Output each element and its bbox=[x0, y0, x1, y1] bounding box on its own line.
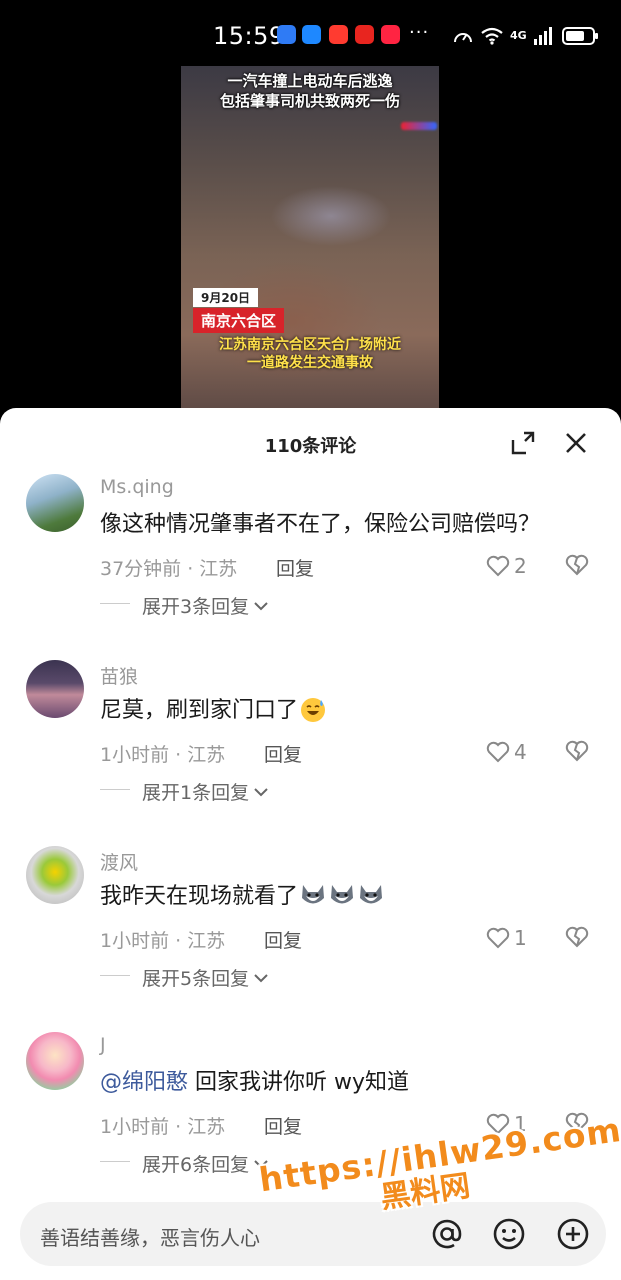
like-count: 1 bbox=[514, 926, 527, 950]
comment-time: 1小时前 · 江苏 bbox=[100, 1116, 226, 1138]
speed-icon bbox=[454, 33, 472, 43]
broken-heart-icon[interactable] bbox=[565, 740, 589, 762]
status-right: 4G bbox=[452, 24, 598, 48]
message-icon bbox=[302, 25, 321, 44]
police-lights bbox=[401, 122, 437, 130]
reply-button[interactable]: 回复 bbox=[276, 554, 314, 581]
video-player[interactable]: 一汽车撞上电动车后逃逸 包括肇事司机共致两死一伤 9月20日 南京六合区 江苏南… bbox=[0, 66, 621, 426]
comment-text: @绵阳憨 回家我讲你听 wy知道 bbox=[100, 1070, 410, 1095]
broken-heart-icon[interactable] bbox=[565, 926, 589, 948]
like-button[interactable]: 2 bbox=[486, 554, 527, 578]
divider bbox=[100, 603, 130, 604]
close-icon[interactable] bbox=[563, 430, 589, 456]
mention-link[interactable]: @绵阳憨 bbox=[100, 1070, 188, 1095]
comments-header: 110条评论 bbox=[0, 408, 621, 478]
divider bbox=[100, 789, 130, 790]
comment-author[interactable]: J bbox=[100, 1034, 106, 1056]
reply-button[interactable]: 回复 bbox=[264, 926, 302, 953]
battery-level bbox=[565, 31, 585, 41]
heart-icon bbox=[486, 555, 510, 577]
comment-text: 我昨天在现场就看了 bbox=[100, 878, 385, 910]
comment-author[interactable]: 渡风 bbox=[100, 848, 138, 875]
video-title: 一汽车撞上电动车后逃逸 包括肇事司机共致两死一伤 bbox=[219, 72, 400, 110]
video-location-tag: 南京六合区 bbox=[193, 308, 285, 333]
video-frame[interactable]: 一汽车撞上电动车后逃逸 包括肇事司机共致两死一伤 9月20日 南京六合区 江苏南… bbox=[181, 66, 439, 411]
more-notifications: ··· bbox=[409, 22, 430, 43]
broken-heart-icon[interactable] bbox=[565, 554, 589, 576]
avatar[interactable] bbox=[26, 1032, 84, 1090]
divider bbox=[100, 1161, 130, 1162]
expand-replies[interactable]: 展开6条回复 bbox=[142, 1150, 269, 1177]
emoji-icon[interactable] bbox=[492, 1217, 526, 1251]
reply-button[interactable]: 回复 bbox=[264, 1112, 302, 1139]
comment-item: Ms.qing 像这种情况肇事者不在了，保险公司赔偿吗？ 37分钟前 · 江苏 … bbox=[0, 474, 621, 660]
at-mention-icon[interactable] bbox=[430, 1217, 464, 1251]
heart-icon bbox=[486, 741, 510, 763]
wifi-icon bbox=[481, 27, 503, 45]
husky-dog-emoji-icon bbox=[331, 885, 354, 904]
status-time: 15:59 bbox=[213, 22, 285, 50]
status-bar: 15:59 ··· 4G bbox=[0, 0, 621, 66]
comment-author[interactable]: Ms.qing bbox=[100, 476, 174, 498]
add-icon[interactable] bbox=[556, 1217, 590, 1251]
heart-icon bbox=[486, 927, 510, 949]
avatar[interactable] bbox=[26, 660, 84, 718]
comment-text: 像这种情况肇事者不在了，保险公司赔偿吗？ bbox=[100, 512, 541, 537]
expand-icon[interactable] bbox=[510, 430, 536, 456]
video-date-tag: 9月20日 bbox=[193, 288, 259, 307]
like-count: 2 bbox=[514, 554, 527, 578]
comment-time: 37分钟前 · 江苏 bbox=[100, 558, 238, 580]
signal-icon bbox=[533, 27, 552, 45]
comment-item: 渡风 我昨天在现场就看了 1小时前 · 江苏 回复 1 展开5条回复 bbox=[0, 846, 621, 1032]
divider bbox=[100, 975, 130, 976]
comment-text: 尼莫，刷到家门口了 bbox=[100, 692, 327, 724]
comment-time: 1小时前 · 江苏 bbox=[100, 744, 226, 766]
comment-author[interactable]: 苗狼 bbox=[100, 662, 138, 689]
chevron-down-icon bbox=[254, 973, 268, 982]
husky-dog-emoji-icon bbox=[302, 885, 325, 904]
xiaohongshu-icon bbox=[381, 25, 400, 44]
expand-replies[interactable]: 展开5条回复 bbox=[142, 964, 269, 991]
comment-item: 苗狼 尼莫，刷到家门口了 1小时前 · 江苏 回复 4 展开1条回复 bbox=[0, 660, 621, 846]
reply-button[interactable]: 回复 bbox=[264, 740, 302, 767]
avatar[interactable] bbox=[26, 474, 84, 532]
comment-time: 1小时前 · 江苏 bbox=[100, 930, 226, 952]
avatar[interactable] bbox=[26, 846, 84, 904]
like-count: 4 bbox=[514, 740, 527, 764]
expand-replies[interactable]: 展开3条回复 bbox=[142, 592, 269, 619]
chevron-down-icon bbox=[254, 787, 268, 796]
wireless-icon bbox=[277, 25, 296, 44]
network-type: 4G bbox=[510, 29, 527, 42]
sweat-smile-emoji-icon bbox=[301, 698, 326, 722]
husky-dog-emoji-icon bbox=[360, 885, 383, 904]
shopping-icon bbox=[355, 25, 374, 44]
battery-icon bbox=[561, 27, 598, 45]
shopping-icon bbox=[329, 25, 348, 44]
video-caption: 江苏南京六合区天合广场附近 一道路发生交通事故 bbox=[219, 337, 401, 371]
chevron-down-icon bbox=[254, 601, 268, 610]
like-button[interactable]: 4 bbox=[486, 740, 527, 764]
like-button[interactable]: 1 bbox=[486, 926, 527, 950]
expand-replies[interactable]: 展开1条回复 bbox=[142, 778, 269, 805]
